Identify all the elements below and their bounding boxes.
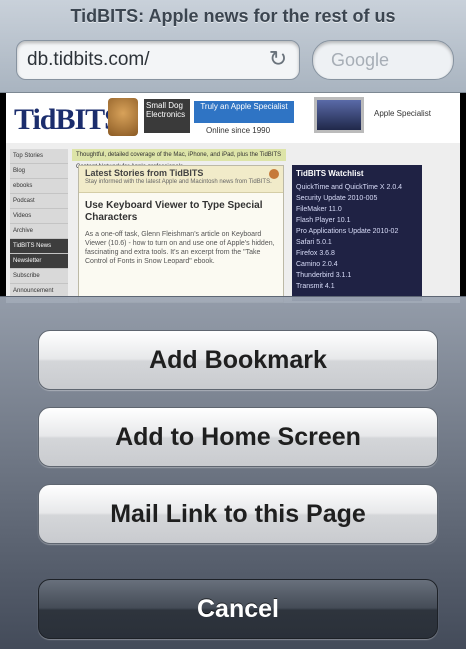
nav-item[interactable]: Videos [10,209,68,224]
mascot-image [108,98,138,136]
watchlist-title: TidBITS Watchlist [296,169,364,178]
nav-item[interactable]: Archive [10,224,68,239]
apple-specialist-label: Apple Specialist [374,109,431,118]
article-excerpt: As a one-off task, Glenn Fleishman's art… [85,231,275,265]
watchlist-item[interactable]: Firefox 3.6.8 [292,248,422,259]
cancel-button[interactable]: Cancel [38,579,438,639]
nav-item[interactable]: Top Stories [10,149,68,164]
article-title[interactable]: Use Keyboard Viewer to Type Special Char… [85,200,277,224]
watchlist-item[interactable]: Thunderbird 3.1.1 [292,270,422,281]
latest-stories-panel: Latest Stories from TidBITS Stay informe… [78,165,284,303]
watchlist-item[interactable]: Pro Applications Update 2010-02 [292,226,422,237]
panel-title: Latest Stories from TidBITS [85,168,204,178]
watchlist-item[interactable]: QuickTime and QuickTime X 2.0.4 [292,182,422,193]
action-sheet: Add Bookmark Add to Home Screen Mail Lin… [0,296,466,649]
watchlist-item[interactable]: Flash Player 10.1 [292,215,422,226]
page-title: TidBITS: Apple news for the rest of us [70,6,396,26]
mail-link-button[interactable]: Mail Link to this Page [38,484,438,544]
watchlist-item[interactable]: FileMaker 11.0 [292,204,422,215]
browser-toolbar: TidBITS: Apple news for the rest of us d… [0,0,466,93]
watchlist-item[interactable]: Security Update 2010-005 [292,193,422,204]
nav-item[interactable]: Newsletter [10,254,68,269]
panel-header: Latest Stories from TidBITS Stay informe… [79,166,283,193]
site-logo[interactable]: TidBITS [14,103,121,137]
nav-item[interactable]: Blog [10,164,68,179]
left-navigation: Top Stories Blog ebooks Podcast Videos A… [10,149,68,299]
nav-item[interactable]: Podcast [10,194,68,209]
web-content[interactable]: TidBITS Small Dog Electronics Truly an A… [6,93,460,303]
nav-item[interactable]: Subscribe [10,269,68,284]
url-text: db.tidbits.com/ [27,49,150,70]
header-banner[interactable]: Truly an Apple Specialist [194,101,294,123]
site-header: TidBITS Small Dog Electronics Truly an A… [6,93,460,143]
close-icon[interactable] [269,169,279,179]
panel-body: Use Keyboard Viewer to Type Special Char… [85,200,277,266]
watchlist-item[interactable]: Camino 2.0.4 [292,259,422,270]
nav-item[interactable]: ebooks [10,179,68,194]
add-to-home-screen-button[interactable]: Add to Home Screen [38,407,438,467]
ad-logo[interactable]: Small Dog Electronics [144,99,190,133]
reload-icon[interactable]: ↻ [265,46,291,72]
watchlist-panel: TidBITS Watchlist QuickTime and QuickTim… [292,165,422,301]
search-field[interactable]: Google [312,40,454,80]
ad-title: Small Dog Electronics [146,101,186,119]
search-placeholder: Google [331,50,390,70]
site-tagline: Online since 1990 [206,126,271,135]
panel-subtitle: Stay informed with the latest Apple and … [85,179,272,185]
address-bar[interactable]: db.tidbits.com/ ↻ [16,40,300,80]
nav-item[interactable]: TidBITS News [10,239,68,254]
add-bookmark-button[interactable]: Add Bookmark [38,330,438,390]
watchlist-item[interactable]: Transmit 4.1 [292,281,422,292]
intro-blurb: Thoughtful, detailed coverage of the Mac… [72,149,286,170]
watchlist-item[interactable]: Safari 5.0.1 [292,237,422,248]
monitor-image [314,97,364,133]
